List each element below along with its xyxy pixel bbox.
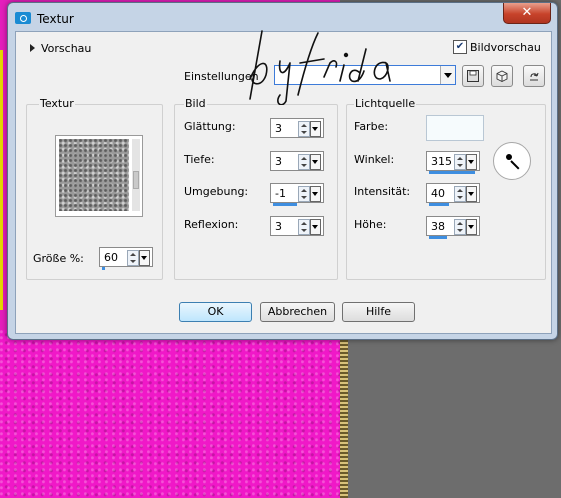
- angle-slider[interactable]: [429, 171, 475, 174]
- depth-stepper-icon[interactable]: [298, 154, 310, 170]
- angle-dropdown-icon[interactable]: [466, 154, 477, 170]
- intensity-label: Intensität:: [354, 185, 411, 198]
- preview-toggle-label: Vorschau: [41, 42, 92, 55]
- angle-value: 315: [431, 155, 452, 168]
- title-bar[interactable]: Textur ✕: [8, 3, 557, 31]
- intensity-value: 40: [431, 187, 445, 200]
- ambience-value: -1: [275, 187, 286, 200]
- camera-icon: [15, 12, 31, 24]
- light-color-swatch[interactable]: [426, 115, 484, 141]
- ambience-dropdown-icon[interactable]: [310, 186, 321, 202]
- texture-group-title: Textur: [39, 97, 75, 110]
- texture-swatch[interactable]: [59, 139, 129, 211]
- smoothing-value: 3: [275, 122, 282, 135]
- floppy-icon: [467, 70, 479, 82]
- randomize-button[interactable]: [523, 65, 545, 87]
- image-preview-label: Bildvorschau: [470, 40, 541, 54]
- cancel-button[interactable]: Abbrechen: [260, 302, 335, 322]
- save-preset-button[interactable]: [462, 65, 484, 87]
- angle-dial[interactable]: [493, 142, 531, 180]
- texture-preview[interactable]: [55, 135, 143, 217]
- depth-dropdown-icon[interactable]: [310, 154, 321, 170]
- size-input[interactable]: 60: [99, 247, 153, 270]
- dial-handle[interactable]: [506, 154, 512, 160]
- angle-input[interactable]: 315: [426, 151, 480, 174]
- image-preview-checkbox[interactable]: ✔ Bildvorschau: [453, 40, 541, 54]
- settings-dropdown[interactable]: [274, 65, 456, 85]
- preview-toggle[interactable]: Vorschau: [30, 42, 91, 55]
- smoothing-dropdown-icon[interactable]: [310, 121, 321, 137]
- intensity-slider[interactable]: [429, 203, 449, 206]
- ambience-input[interactable]: -1: [270, 183, 324, 206]
- image-group-title: Bild: [184, 97, 207, 110]
- ok-button[interactable]: OK: [179, 302, 252, 322]
- depth-value: 3: [275, 155, 282, 168]
- height-label: Höhe:: [354, 218, 387, 231]
- arrow-icon: [530, 72, 539, 81]
- canvas-edge: [340, 330, 348, 498]
- ambience-stepper-icon[interactable]: [298, 186, 310, 202]
- reflection-dropdown-icon[interactable]: [310, 219, 321, 235]
- size-slider[interactable]: [102, 267, 105, 270]
- height-dropdown-icon[interactable]: [466, 219, 477, 235]
- height-input[interactable]: 38: [426, 216, 480, 239]
- size-stepper-icon[interactable]: [127, 250, 139, 266]
- height-slider[interactable]: [429, 236, 447, 239]
- intensity-input[interactable]: 40: [426, 183, 480, 206]
- height-value: 38: [431, 220, 445, 233]
- expand-arrow-icon: [30, 44, 35, 52]
- intensity-stepper-icon[interactable]: [454, 186, 466, 202]
- texture-scrollbar[interactable]: [132, 139, 140, 211]
- pink-textured-canvas: [0, 330, 346, 498]
- smoothing-stepper-icon[interactable]: [298, 121, 310, 137]
- dial-needle: [510, 160, 520, 170]
- intensity-dropdown-icon[interactable]: [466, 186, 477, 202]
- angle-stepper-icon[interactable]: [454, 154, 466, 170]
- depth-input[interactable]: 3: [270, 151, 324, 171]
- smoothing-input[interactable]: 3: [270, 118, 324, 138]
- help-button[interactable]: Hilfe: [342, 302, 415, 322]
- ambience-slider[interactable]: [273, 203, 297, 206]
- size-label: Größe %:: [33, 252, 84, 265]
- color-label: Farbe:: [354, 120, 389, 133]
- angle-label: Winkel:: [354, 153, 395, 166]
- canvas-border: [0, 50, 3, 310]
- settings-label: Einstellungen: [184, 70, 259, 83]
- smoothing-label: Glättung:: [184, 120, 236, 133]
- window-title: Textur: [37, 12, 74, 26]
- height-stepper-icon[interactable]: [454, 219, 466, 235]
- ambience-label: Umgebung:: [184, 185, 249, 198]
- light-group-title: Lichtquelle: [354, 97, 417, 110]
- depth-label: Tiefe:: [184, 153, 215, 166]
- dialog-content: Vorschau ✔ Bildvorschau Einstellungen Te…: [15, 31, 552, 334]
- checkmark-icon: ✔: [453, 40, 467, 54]
- cube-icon: [496, 70, 508, 82]
- reset-button[interactable]: [491, 65, 513, 87]
- reflection-label: Reflexion:: [184, 218, 239, 231]
- reflection-stepper-icon[interactable]: [298, 219, 310, 235]
- textur-dialog: Textur ✕ Vorschau ✔ Bildvorschau Einstel…: [7, 2, 558, 340]
- size-dropdown-icon[interactable]: [139, 250, 150, 266]
- close-button[interactable]: ✕: [503, 3, 551, 24]
- chevron-down-icon[interactable]: [440, 66, 455, 84]
- size-value: 60: [104, 251, 118, 264]
- reflection-value: 3: [275, 220, 282, 233]
- reflection-input[interactable]: 3: [270, 216, 324, 236]
